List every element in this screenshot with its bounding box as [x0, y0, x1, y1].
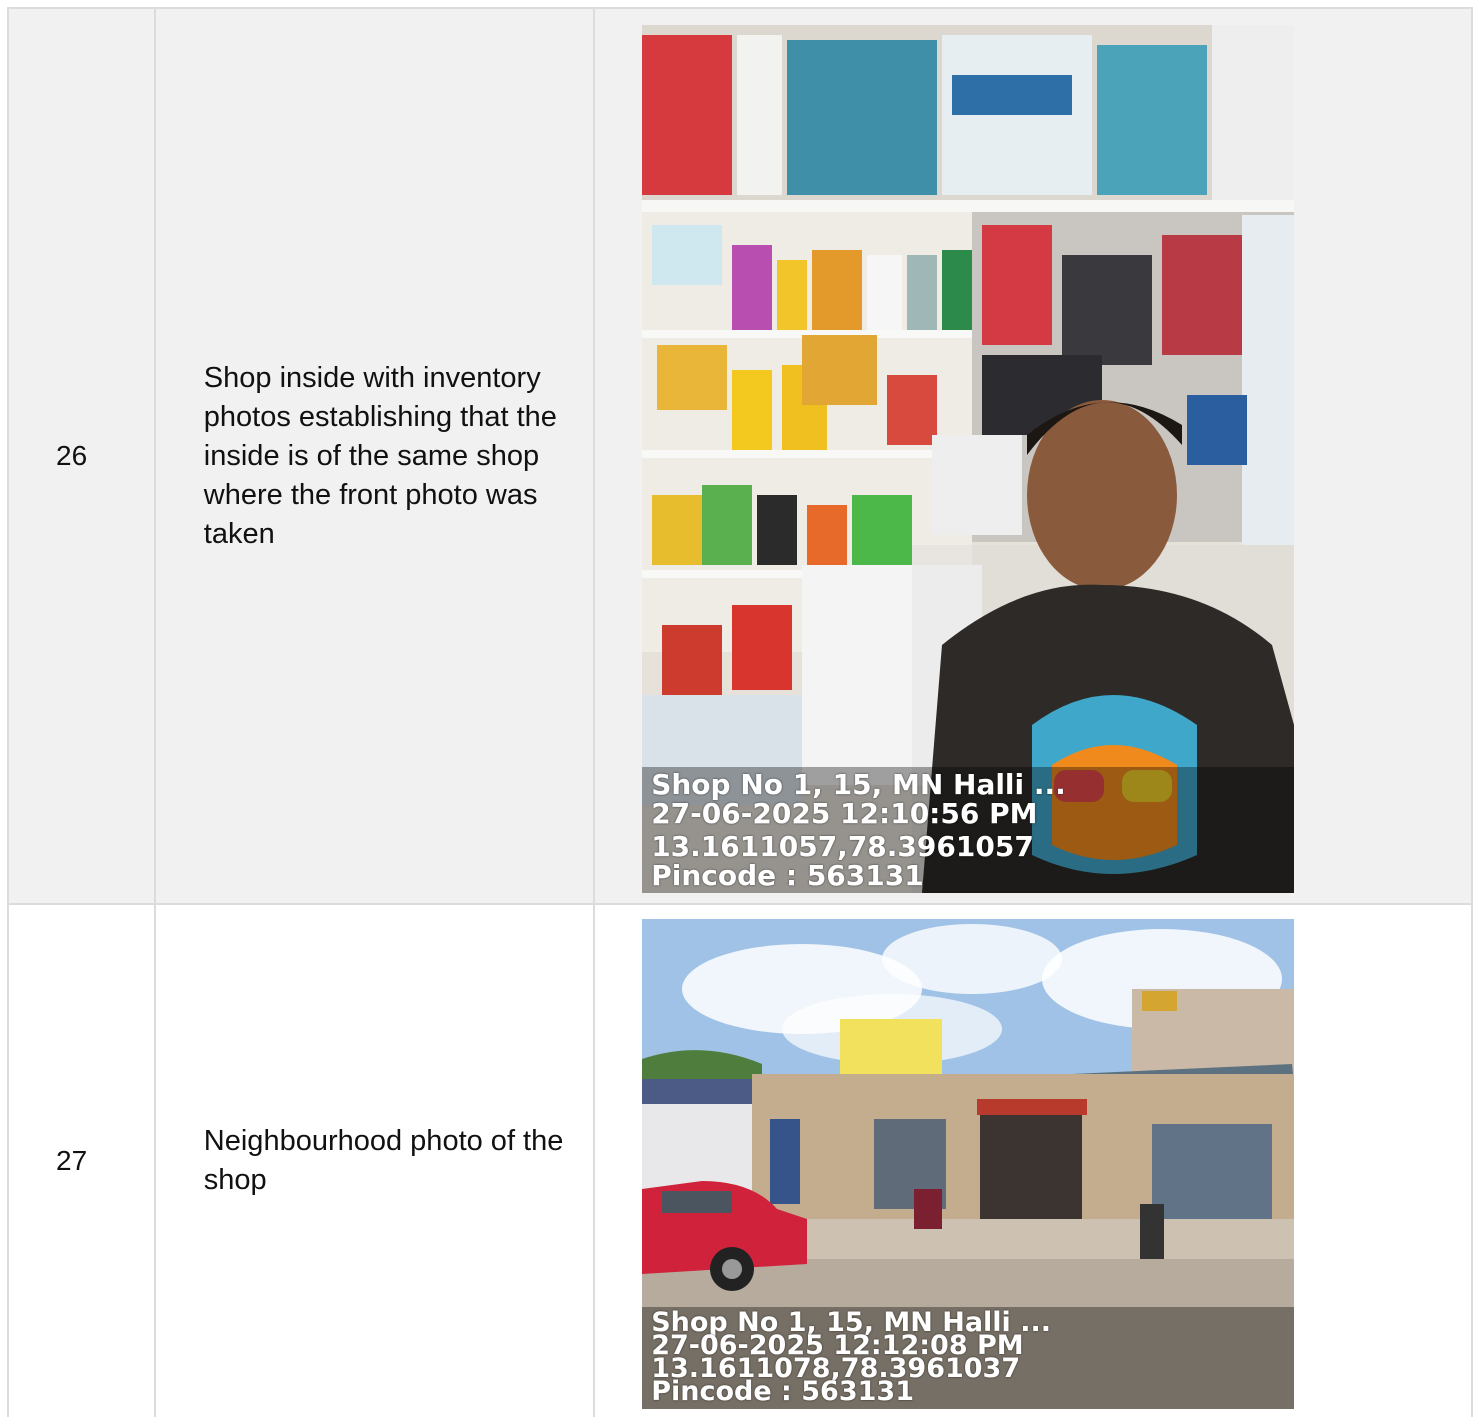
photo-cell: Shop No 1, 15, MN Halli ... 27-06-2025 1… — [595, 9, 1473, 903]
table-row: 27 Neighbourhood photo of the shop Shop … — [9, 905, 1473, 1417]
stamp-pincode: Pincode : 563131 — [651, 859, 924, 892]
photo-geo-stamp: Shop No 1, 15, MN Halli ... 27-06-2025 1… — [651, 770, 1066, 890]
photo-geo-stamp: Shop No 1, 15, MN Halli ... 27-06-2025 1… — [651, 1309, 1051, 1405]
description-cell: Shop inside with inventory photos establ… — [156, 9, 596, 903]
row-description: Neighbourhood photo of the shop — [203, 1125, 564, 1196]
neighbourhood-photo[interactable]: Shop No 1, 15, MN Halli ... 27-06-2025 1… — [642, 919, 1295, 1409]
row-number: 27 — [56, 1145, 88, 1176]
stamp-coords: 13.1611057,78.3961057 — [651, 830, 1034, 863]
description-cell: Neighbourhood photo of the shop — [156, 905, 596, 1417]
shop-interior-photo[interactable]: Shop No 1, 15, MN Halli ... 27-06-2025 1… — [642, 25, 1295, 893]
row-number-cell: 27 — [9, 905, 156, 1417]
row-description: Shop inside with inventory photos establ… — [203, 361, 557, 550]
table-row: 26 Shop inside with inventory photos est… — [9, 9, 1473, 905]
stamp-datetime: 27-06-2025 12:10:56 PM — [651, 797, 1038, 830]
evidence-table: 26 Shop inside with inventory photos est… — [7, 7, 1473, 1417]
row-number-cell: 26 — [9, 9, 156, 903]
photo-cell: Shop No 1, 15, MN Halli ... 27-06-2025 1… — [595, 905, 1473, 1417]
shop-interior-image — [642, 25, 1295, 893]
stamp-address: Shop No 1, 15, MN Halli ... — [651, 768, 1066, 801]
row-number: 26 — [56, 440, 88, 471]
